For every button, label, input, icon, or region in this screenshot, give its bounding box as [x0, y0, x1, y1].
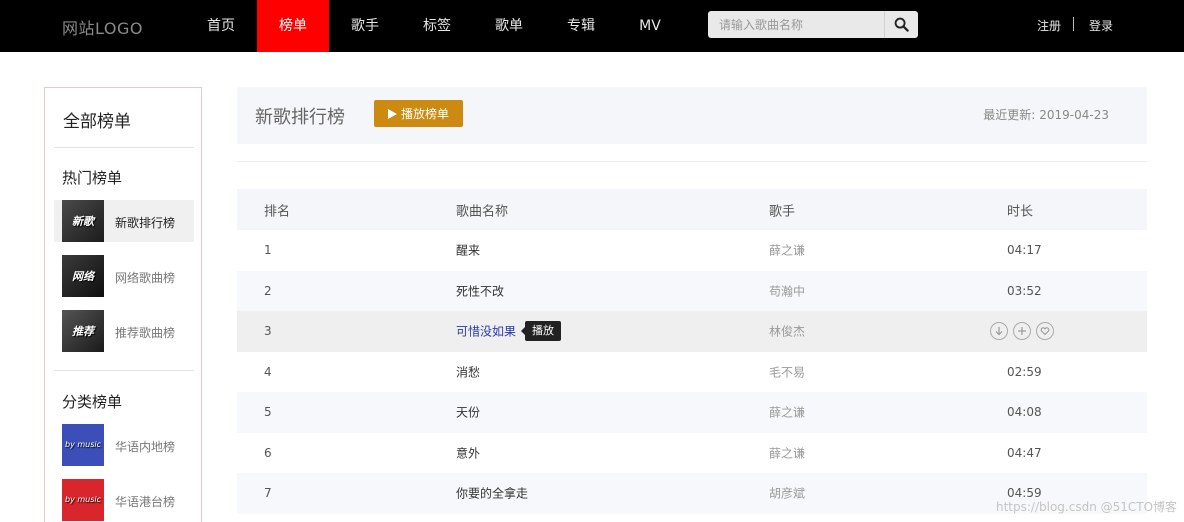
song-duration: 03:52 [1007, 283, 1042, 298]
last-updated-date: 2019-04-23 [1039, 108, 1109, 122]
song-name[interactable]: 意外 [456, 444, 480, 461]
table-header: 排名 歌曲名称 歌手 时长 [237, 189, 1147, 230]
sidebar-item-hk-tw[interactable]: by music 华语港台榜 [54, 479, 194, 521]
song-artist[interactable]: 林俊杰 [769, 323, 805, 340]
nav-item-singers[interactable]: 歌手 [329, 0, 401, 52]
top-nav-bar: 网站LOGO 首页 榜单 歌手 标签 歌单 专辑 MV 注册 登录 [0, 0, 1184, 52]
nav-item-albums[interactable]: 专辑 [545, 0, 617, 52]
play-chart-label: 播放榜单 [400, 107, 449, 121]
nav-item-tags[interactable]: 标签 [401, 0, 473, 52]
table-row[interactable]: 1 醒来 薛之谦 04:17 [237, 230, 1147, 271]
sidebar-item-network-songs[interactable]: 网络 网络歌曲榜 [54, 255, 194, 297]
header-divider [237, 161, 1147, 162]
song-artist[interactable]: 胡彦斌 [769, 485, 805, 502]
favorite-button[interactable] [1036, 322, 1054, 341]
auth-divider [1073, 17, 1074, 31]
sidebar-title: 全部榜单 [63, 112, 131, 132]
song-name[interactable]: 你要的全拿走 [456, 485, 528, 502]
table-row[interactable]: 4 消愁 毛不易 02:59 [237, 352, 1147, 393]
song-rank: 6 [264, 445, 272, 460]
song-rank: 1 [264, 243, 272, 258]
chart-header: 新歌排行榜 播放榜单 最近更新: 2019-04-23 [237, 87, 1147, 144]
sidebar-item-label: 推荐歌曲榜 [115, 326, 176, 340]
sidebar-section-hot: 热门榜单 [62, 169, 123, 187]
sidebar-item-thumbnail: by music [62, 479, 104, 521]
song-name[interactable]: 死性不改 [456, 282, 504, 299]
sidebar-item-thumbnail: by music [62, 424, 104, 466]
song-name[interactable]: 醒来 [456, 242, 480, 259]
table-row[interactable]: 5 天份 薛之谦 04:08 [237, 392, 1147, 433]
song-duration: 02:59 [1007, 364, 1042, 379]
sidebar-item-thumbnail: 新歌 [62, 200, 104, 242]
song-table: 排名 歌曲名称 歌手 时长 1 醒来 薛之谦 04:17 2 死性不改 苟瀚中 … [237, 189, 1147, 514]
sidebar-item-mainland[interactable]: by music 华语内地榜 [54, 424, 194, 466]
download-icon [995, 327, 1003, 336]
song-rank: 7 [264, 486, 272, 501]
sidebar-item-label: 新歌排行榜 [115, 216, 176, 230]
song-name[interactable]: 天份 [456, 404, 480, 421]
search-box [708, 11, 918, 38]
login-link[interactable]: 登录 [1089, 17, 1113, 34]
sidebar-item-label: 网络歌曲榜 [115, 271, 176, 285]
sidebar-divider [54, 147, 194, 148]
sidebar-item-thumbnail: 网络 [62, 255, 104, 297]
chart-sidebar: 全部榜单 热门榜单 新歌 新歌排行榜 网络 网络歌曲榜 推荐 推荐歌曲榜 分类榜… [44, 87, 202, 522]
column-rank: 排名 [264, 204, 291, 219]
song-artist[interactable]: 薛之谦 [769, 444, 805, 461]
search-icon [894, 17, 909, 32]
song-name[interactable]: 消愁 [456, 363, 480, 380]
row-actions [990, 322, 1054, 341]
song-rank: 5 [264, 405, 272, 420]
play-tooltip: 播放 [521, 321, 561, 342]
last-updated-label: 最近更新: [983, 108, 1036, 122]
plus-icon [1018, 327, 1026, 336]
song-duration: 04:17 [1007, 243, 1042, 258]
heart-icon [1040, 327, 1050, 336]
song-duration: 04:47 [1007, 445, 1042, 460]
song-artist[interactable]: 苟瀚中 [769, 282, 805, 299]
table-row[interactable]: 2 死性不改 苟瀚中 03:52 [237, 270, 1147, 311]
add-to-playlist-button[interactable] [1013, 322, 1031, 341]
search-button[interactable] [884, 11, 918, 38]
song-artist[interactable]: 薛之谦 [769, 242, 805, 259]
nav-item-mv[interactable]: MV [617, 0, 683, 52]
site-logo[interactable]: 网站LOGO [62, 15, 143, 39]
column-song-name: 歌曲名称 [456, 204, 509, 219]
search-input[interactable] [708, 11, 883, 38]
nav-item-home[interactable]: 首页 [185, 0, 257, 52]
table-row[interactable]: 3 可惜没如果 播放 林俊杰 [237, 311, 1147, 352]
watermark: https://blog.csdn @51CTO博客 [996, 500, 1178, 514]
song-artist[interactable]: 毛不易 [769, 363, 805, 380]
sidebar-divider [54, 370, 194, 371]
sidebar-item-new-songs[interactable]: 新歌 新歌排行榜 [54, 200, 194, 242]
sidebar-item-label: 华语港台榜 [115, 495, 176, 509]
song-duration: 04:08 [1007, 405, 1042, 420]
column-duration: 时长 [1007, 204, 1034, 219]
nav-item-charts[interactable]: 榜单 [257, 0, 329, 52]
song-rank: 2 [264, 283, 272, 298]
register-link[interactable]: 注册 [1037, 17, 1061, 34]
play-chart-button[interactable]: 播放榜单 [374, 100, 463, 127]
sidebar-item-label: 华语内地榜 [115, 440, 176, 454]
table-row[interactable]: 6 意外 薛之谦 04:47 [237, 433, 1147, 474]
chart-title: 新歌排行榜 [255, 107, 345, 128]
sidebar-item-recommended-songs[interactable]: 推荐 推荐歌曲榜 [54, 310, 194, 352]
sidebar-item-thumbnail: 推荐 [62, 310, 104, 352]
download-button[interactable] [990, 322, 1008, 341]
sidebar-section-category: 分类榜单 [62, 393, 123, 411]
play-icon [387, 108, 397, 119]
column-artist: 歌手 [769, 204, 796, 219]
song-rank: 3 [264, 324, 272, 339]
song-name[interactable]: 可惜没如果 [456, 323, 516, 340]
nav-item-playlists[interactable]: 歌单 [473, 0, 545, 52]
last-updated: 最近更新: 2019-04-23 [983, 106, 1109, 123]
song-rank: 4 [264, 364, 272, 379]
song-artist[interactable]: 薛之谦 [769, 404, 805, 421]
